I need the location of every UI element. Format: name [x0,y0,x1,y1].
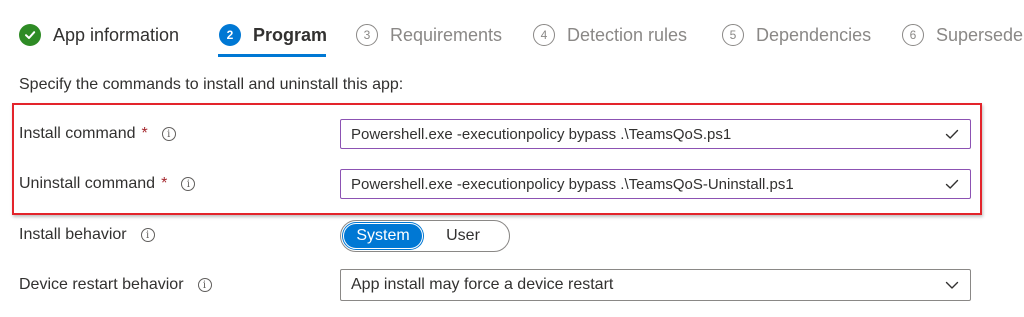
device-restart-behavior-dropdown[interactable]: App install may force a device restart [340,269,971,301]
step-number-badge: 6 [902,24,924,46]
required-marker: * [141,125,148,142]
info-icon[interactable]: i [161,127,176,141]
install-behavior-label: Install behavior [19,226,127,243]
step-detection-rules[interactable]: 4 Detection rules [533,20,687,50]
step-number-badge: 5 [722,24,744,46]
step-label: Supersedence [936,24,1024,45]
device-restart-behavior-value: App install may force a device restart [351,276,614,293]
step-number-badge: 3 [356,24,378,46]
required-marker: * [161,175,168,192]
step-label: Requirements [390,24,503,45]
step-app-information[interactable]: App information [19,20,179,50]
checkmark-icon [945,129,959,139]
step-label: Detection rules [567,24,688,45]
toggle-option-user[interactable]: User [423,223,503,249]
install-behavior-toggle[interactable]: System User [340,220,510,252]
step-requirements[interactable]: 3 Requirements [356,20,502,50]
info-icon[interactable]: i [181,177,196,191]
step-program[interactable]: 2 Program [219,20,327,50]
step-label: App information [53,24,180,45]
step-number-badge: 2 [219,24,241,46]
chevron-down-icon [945,281,959,289]
wizard-steps: App information 2 Program 3 Requirements… [0,0,1024,60]
uninstall-command-input[interactable]: Powershell.exe -executionpolicy bypass .… [340,169,971,199]
step-supersedence[interactable]: 6 Supersedence [902,20,1024,50]
uninstall-command-label: Uninstall command [19,175,156,192]
install-command-label-row: Install command * i [19,118,176,150]
checkmark-circle-icon [19,24,41,46]
step-label: Dependencies [756,24,872,45]
checkmark-icon [945,179,959,189]
step-number-badge: 4 [533,24,555,46]
install-behavior-label-row: Install behavior i [19,219,155,251]
info-icon[interactable]: i [140,228,155,242]
install-command-label: Install command [19,125,136,142]
device-restart-behavior-label: Device restart behavior [19,276,184,293]
install-command-input[interactable]: Powershell.exe -executionpolicy bypass .… [340,119,971,149]
install-command-value: Powershell.exe -executionpolicy bypass .… [351,125,732,143]
info-icon[interactable]: i [197,278,212,292]
instructions-text: Specify the commands to install and unin… [19,76,404,93]
uninstall-command-value: Powershell.exe -executionpolicy bypass .… [351,175,794,193]
step-dependencies[interactable]: 5 Dependencies [722,20,871,50]
toggle-option-system[interactable]: System [343,223,423,249]
step-label: Program [253,24,328,45]
device-restart-label-row: Device restart behavior i [19,269,212,301]
uninstall-command-label-row: Uninstall command * i [19,168,196,200]
current-step-indicator [218,54,326,57]
